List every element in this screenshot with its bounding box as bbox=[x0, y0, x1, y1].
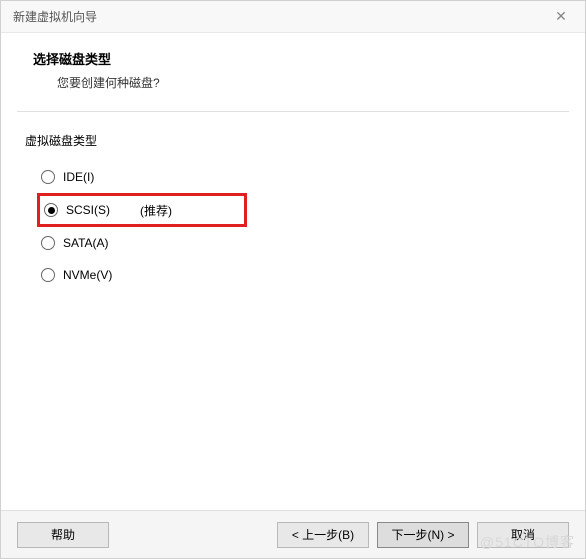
page-title: 选择磁盘类型 bbox=[33, 49, 553, 68]
footer: 帮助 < 上一步(B) 下一步(N) > 取消 bbox=[1, 510, 585, 558]
radio-label: NVMe(V) bbox=[63, 268, 133, 282]
content-area: 虚拟磁盘类型 IDE(I) SCSI(S) (推荐) SATA(A) NVMe(… bbox=[1, 112, 585, 510]
radio-option-scsi[interactable]: SCSI(S) (推荐) bbox=[37, 193, 247, 227]
radio-option-sata[interactable]: SATA(A) bbox=[37, 227, 561, 259]
help-button[interactable]: 帮助 bbox=[17, 522, 109, 548]
radio-label: SATA(A) bbox=[63, 236, 133, 250]
back-button[interactable]: < 上一步(B) bbox=[277, 522, 369, 548]
radio-label: IDE(I) bbox=[63, 170, 133, 184]
wizard-header: 选择磁盘类型 您要创建何种磁盘? bbox=[1, 33, 585, 111]
titlebar: 新建虚拟机向导 ✕ bbox=[1, 1, 585, 33]
radio-icon bbox=[41, 236, 55, 250]
radio-hint: (推荐) bbox=[140, 202, 172, 219]
radio-label: SCSI(S) bbox=[66, 203, 136, 217]
page-subtitle: 您要创建何种磁盘? bbox=[33, 74, 553, 91]
radio-option-ide[interactable]: IDE(I) bbox=[37, 161, 561, 193]
cancel-button[interactable]: 取消 bbox=[477, 522, 569, 548]
window-title: 新建虚拟机向导 bbox=[13, 8, 97, 25]
radio-option-nvme[interactable]: NVMe(V) bbox=[37, 259, 561, 291]
group-label: 虚拟磁盘类型 bbox=[25, 132, 561, 149]
radio-icon bbox=[41, 170, 55, 184]
radio-icon bbox=[44, 203, 58, 217]
close-icon: ✕ bbox=[555, 8, 567, 25]
next-button[interactable]: 下一步(N) > bbox=[377, 522, 469, 548]
close-button[interactable]: ✕ bbox=[549, 5, 573, 29]
radio-group: IDE(I) SCSI(S) (推荐) SATA(A) NVMe(V) bbox=[25, 161, 561, 291]
radio-icon bbox=[41, 268, 55, 282]
